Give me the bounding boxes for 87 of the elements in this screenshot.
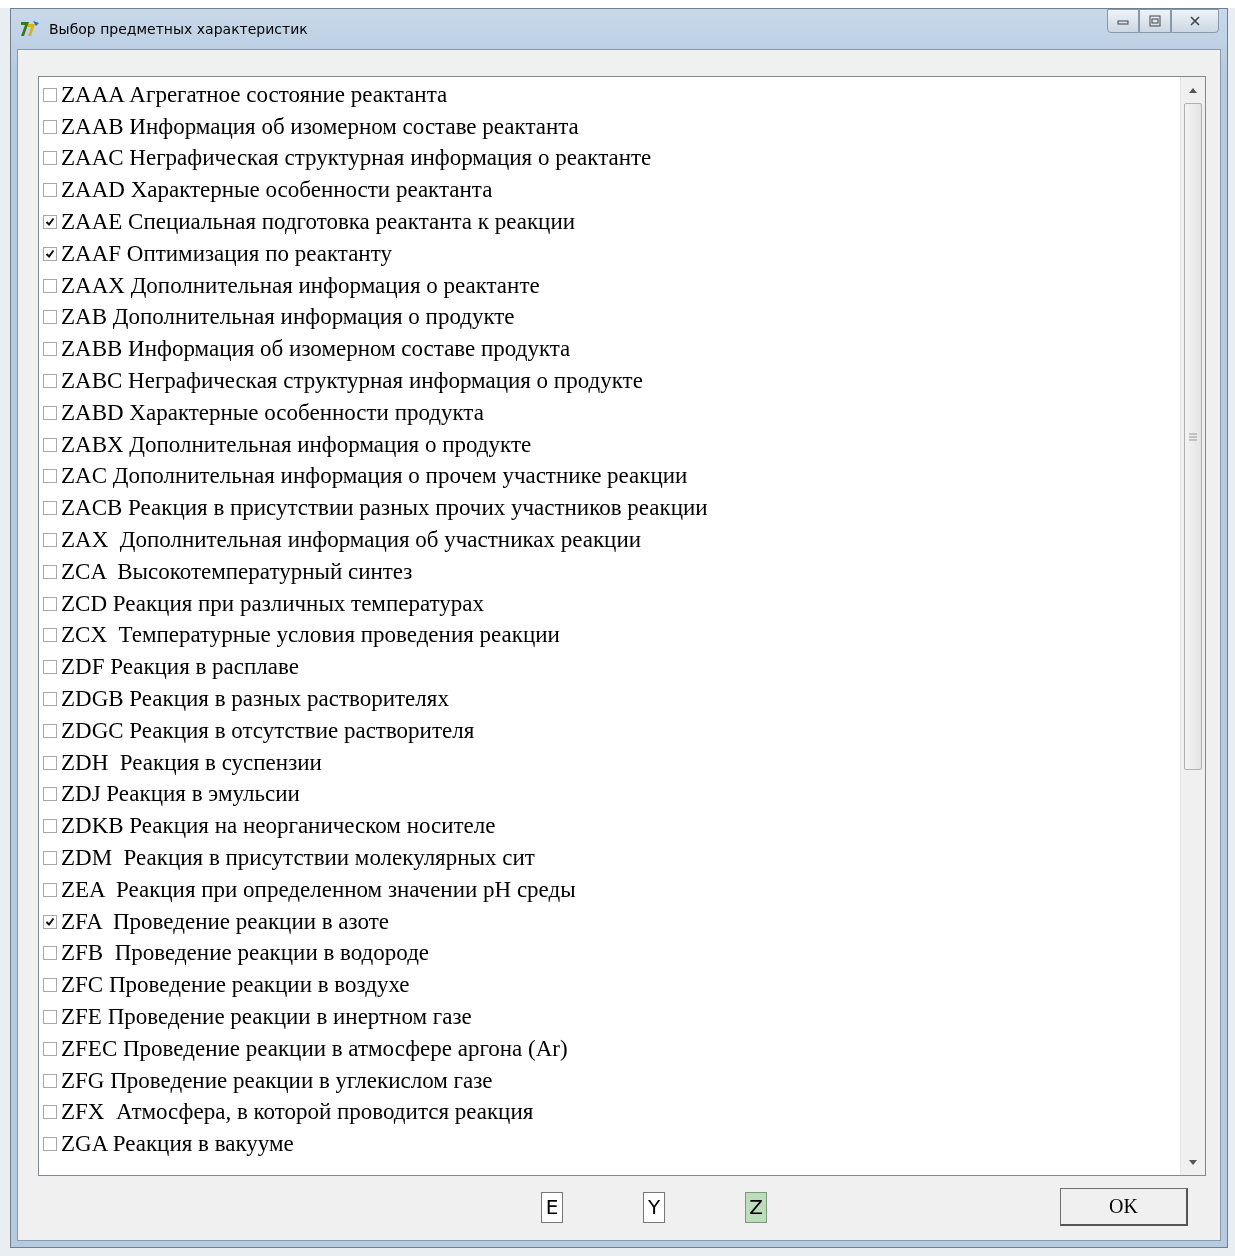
checkbox-item[interactable]: ZABC Неграфическая структурная информация о продукте	[43, 365, 1176, 397]
checkbox[interactable]	[43, 437, 57, 452]
maximize-button[interactable]	[1139, 9, 1171, 33]
app-icon	[19, 19, 41, 39]
checkbox-item[interactable]: ZFX Атмосфера, в которой проводится реакция	[43, 1096, 1176, 1129]
checkbox-item[interactable]: ZAX Дополнительная информация об участниках реакции	[43, 524, 1176, 556]
grip-icon	[1189, 432, 1197, 441]
maximize-icon[interactable]	[1149, 15, 1161, 27]
checkbox-item[interactable]: ZAAA Агрегатное состояние реактанта	[43, 79, 1176, 111]
checkbox-item[interactable]: ZFG Проведение реакции в углекислом газе	[43, 1064, 1176, 1097]
checkbox[interactable]	[43, 342, 57, 357]
checkbox[interactable]	[43, 564, 57, 579]
checkbox[interactable]	[43, 946, 57, 961]
checkbox-item[interactable]: ZDKB Реакция на неорганическом носителе	[43, 810, 1176, 843]
checkbox-item[interactable]: ZCD Реакция при различных температурах	[43, 587, 1176, 620]
check-icon	[45, 217, 55, 228]
checkbox-item[interactable]: ZAAB Информация об изомерном составе реактанта	[43, 110, 1176, 143]
checkbox[interactable]	[43, 787, 57, 802]
checkbox[interactable]	[43, 978, 57, 993]
scrollbar[interactable]	[1180, 77, 1205, 1175]
filter-toggle[interactable]: E	[541, 1191, 563, 1223]
checkbox-item[interactable]: ZAAD Характерные особенности реактанта	[43, 174, 1176, 207]
checkbox[interactable]	[43, 723, 57, 738]
checkbox[interactable]	[43, 755, 57, 770]
checkbox[interactable]	[43, 914, 57, 929]
checkbox[interactable]	[43, 1073, 57, 1088]
checkbox[interactable]	[43, 87, 57, 102]
checkbox[interactable]	[43, 660, 57, 675]
check-icon	[45, 916, 55, 927]
checkbox[interactable]	[43, 628, 57, 643]
checkbox-item[interactable]: ZCX Температурные условия проведения реакции	[43, 619, 1176, 652]
checkbox-item[interactable]: ZAB Дополнительная информация о продукте	[43, 301, 1176, 334]
checkbox-item[interactable]: ZACB Реакция в присутствии разных прочих участников реакции	[43, 492, 1176, 525]
checkbox-item[interactable]: ZAAE Специальная подготовка реактанта к реакции	[43, 206, 1176, 238]
checkbox[interactable]	[43, 692, 57, 707]
scroll-thumb[interactable]	[1184, 103, 1202, 770]
checkbox-item[interactable]: ZFEC Проведение реакции в атмосфере аргона (Ar)	[43, 1032, 1176, 1065]
checkbox-item[interactable]: ZFE Проведение реакции в инертном газе	[43, 1001, 1176, 1033]
checkbox-item[interactable]: ZAAX Дополнительная информация о реактанте	[43, 269, 1176, 302]
checkbox[interactable]	[43, 533, 57, 548]
checkbox-item[interactable]: ZCA Высокотемпературный синтез	[43, 555, 1176, 588]
checkbox-item[interactable]: ZABX Дополнительная информация о продукте	[43, 428, 1176, 461]
down-arrow-icon[interactable]	[1189, 1159, 1197, 1165]
checkbox[interactable]	[43, 183, 57, 198]
minimize-icon[interactable]	[1117, 17, 1129, 25]
checkbox-item[interactable]: ZFC Проведение реакции в воздухе	[43, 969, 1176, 1002]
checkbox[interactable]	[43, 151, 57, 166]
ok-button[interactable]: OK	[1060, 1188, 1188, 1226]
checkbox[interactable]	[43, 819, 57, 834]
checkbox-item[interactable]: ZAC Дополнительная информация о прочем участнике реакции	[43, 460, 1176, 493]
checkbox-item[interactable]: ZFB Проведение реакции в водороде	[43, 937, 1176, 970]
checkbox-item[interactable]: ZEA Реакция при определенном значении pH среды	[43, 873, 1176, 906]
checkbox-item[interactable]: ZFA Проведение реакции в азоте	[43, 905, 1176, 938]
check-icon	[45, 248, 55, 259]
checkbox[interactable]	[43, 501, 57, 516]
checkbox[interactable]	[43, 1137, 57, 1152]
checkbox[interactable]	[43, 215, 57, 230]
checkbox-item[interactable]: ZGA Реакция в вакууме	[43, 1128, 1176, 1161]
checkbox-item[interactable]: ZDF Реакция в расплаве	[43, 651, 1176, 684]
checkbox[interactable]	[43, 851, 57, 865]
checkbox[interactable]	[43, 1105, 57, 1120]
up-arrow-icon[interactable]	[1189, 87, 1197, 93]
checkbox-item[interactable]: ZABB Информация об изомерном составе продукта	[43, 333, 1176, 366]
filter-toggle[interactable]: Z	[745, 1191, 767, 1223]
checkbox[interactable]	[43, 278, 57, 293]
checkbox-item[interactable]: ZDGB Реакция в разных растворителях	[43, 683, 1176, 715]
filter-toggle[interactable]: Y	[643, 1191, 665, 1223]
checkbox[interactable]	[43, 1041, 57, 1056]
checkbox[interactable]	[43, 374, 57, 389]
checkbox[interactable]	[43, 882, 57, 897]
checkbox[interactable]	[43, 246, 57, 261]
checkbox-item[interactable]: ZDJ Реакция в эмульсии	[43, 778, 1176, 811]
checkbox-item[interactable]: ZDGC Реакция в отсутствие растворителя	[43, 714, 1176, 747]
checkbox[interactable]	[43, 1010, 57, 1024]
window-title: Выбор предметных характеристик	[49, 21, 308, 37]
checkbox-item[interactable]: ZDM Реакция в присутствии молекулярных сит	[43, 842, 1176, 874]
checkbox[interactable]	[43, 405, 57, 420]
checkbox[interactable]	[43, 310, 57, 325]
checkbox-item[interactable]: ZAAC Неграфическая структурная информация о реактанте	[43, 142, 1176, 175]
checkbox[interactable]	[43, 596, 57, 611]
checkbox-item[interactable]: ZABD Характерные особенности продукта	[43, 396, 1176, 429]
checkbox[interactable]	[43, 469, 57, 484]
checkbox[interactable]	[43, 119, 57, 134]
close-icon[interactable]	[1189, 15, 1201, 27]
checkbox-item[interactable]: ZDH Реакция в суспензии	[43, 746, 1176, 779]
minimize-button[interactable]	[1107, 9, 1139, 33]
checkbox-item[interactable]: ZAAF Оптимизация по реактанту	[43, 238, 1176, 270]
